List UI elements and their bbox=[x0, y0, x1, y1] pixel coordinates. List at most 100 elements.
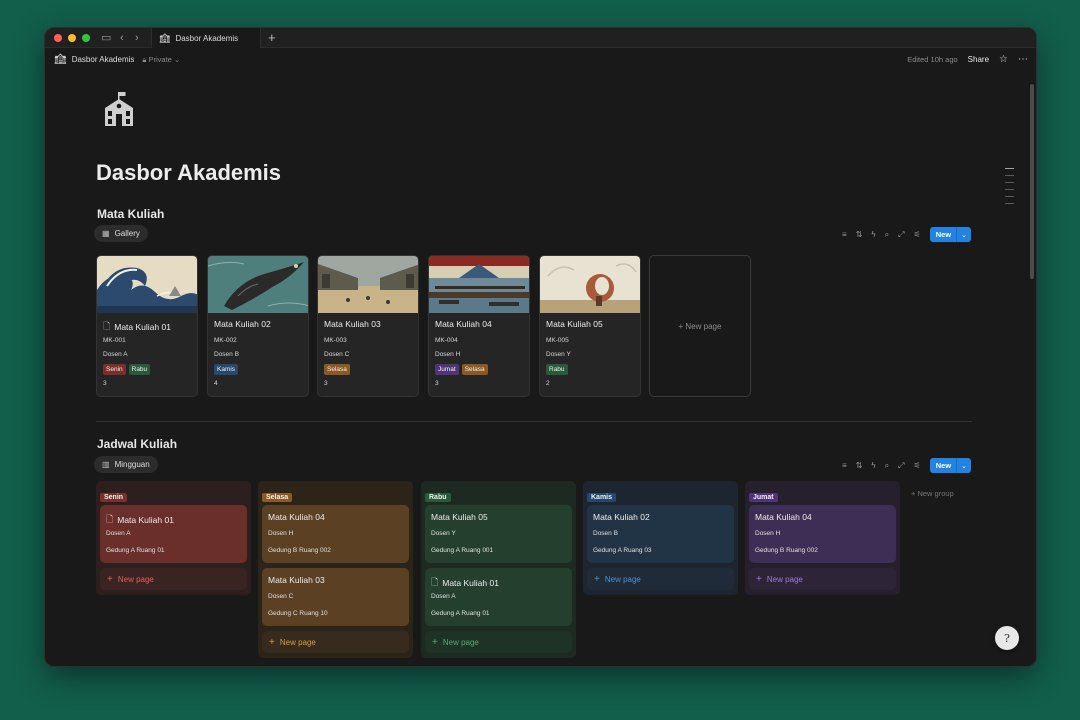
table-of-contents[interactable] bbox=[1005, 168, 1014, 204]
day-tag: Rabu bbox=[128, 364, 151, 375]
settings-icon[interactable]: ⚟ bbox=[914, 230, 921, 239]
toc-line[interactable] bbox=[1005, 168, 1014, 169]
more-options-icon[interactable]: ⋯ bbox=[1018, 54, 1028, 65]
share-button[interactable]: Share bbox=[968, 55, 989, 64]
expand-icon[interactable]: ⤢ bbox=[898, 230, 904, 240]
card-dosen: Dosen H bbox=[268, 530, 294, 537]
search-icon[interactable]: ⌕ bbox=[885, 461, 889, 471]
card-title: Mata Kuliah 04 bbox=[268, 512, 325, 522]
card-title: Mata Kuliah 04 bbox=[755, 512, 812, 522]
new-page-button[interactable]: + New page bbox=[425, 631, 572, 653]
gallery-card[interactable]: Mata Kuliah 02 MK-002 Dosen B Kamis 4 bbox=[207, 255, 309, 397]
board-column-rabu: Rabu Mata Kuliah 05 Dosen Y Gedung A Rua… bbox=[421, 481, 576, 658]
sidebar-toggle-icon[interactable]: ▭ bbox=[101, 30, 111, 46]
toc-line[interactable] bbox=[1005, 182, 1014, 183]
new-button[interactable]: New ⌄ bbox=[929, 458, 971, 473]
card-sks: 3 bbox=[324, 380, 328, 387]
board-card[interactable]: 🗋︎ Mata Kuliah 01 Dosen A Gedung A Ruang … bbox=[425, 568, 572, 626]
board-card[interactable]: Mata Kuliah 04 Dosen H Gedung B Ruang 00… bbox=[262, 505, 409, 563]
board-card[interactable]: Mata Kuliah 05 Dosen Y Gedung A Ruang 00… bbox=[425, 505, 572, 563]
card-room: Gedung A Ruang 001 bbox=[431, 547, 494, 554]
card-code: MK-002 bbox=[214, 337, 237, 344]
sort-icon[interactable]: ⇅ bbox=[856, 230, 863, 239]
card-title: Mata Kuliah 01 bbox=[114, 322, 171, 332]
minimize-window-button[interactable] bbox=[68, 34, 76, 42]
gallery-card[interactable]: Mata Kuliah 05 MK-005 Dosen Y Rabu 2 bbox=[539, 255, 641, 397]
top-bar: 🏫︎ Dasbor Akademis 🔒︎ Private ⌄ Edited 1… bbox=[45, 49, 1036, 71]
card-dosen: Dosen A bbox=[431, 593, 456, 600]
sort-icon[interactable]: ⇅ bbox=[856, 461, 863, 470]
gallery-card[interactable]: Mata Kuliah 04 MK-004 Dosen H Jumat Selas… bbox=[428, 255, 530, 397]
new-page-button[interactable]: + New page bbox=[262, 631, 409, 653]
board-toolbar: ≡ ⇅ ϟ ⌕ ⤢ ⚟ New ⌄ bbox=[842, 458, 971, 473]
school-icon[interactable] bbox=[101, 90, 137, 130]
gallery-card[interactable]: Mata Kuliah 03 MK-003 Dosen C Selasa 3 bbox=[317, 255, 419, 397]
card-cover-image bbox=[540, 256, 640, 313]
board-column-selasa: Selasa Mata Kuliah 04 Dosen H Gedung B R… bbox=[258, 481, 413, 658]
column-label[interactable]: Senin bbox=[100, 493, 128, 502]
chevron-down-icon[interactable]: ⌄ bbox=[957, 462, 971, 470]
filter-icon[interactable]: ≡ bbox=[842, 230, 847, 239]
back-icon[interactable]: ‹ bbox=[120, 30, 124, 46]
new-button[interactable]: New ⌄ bbox=[929, 227, 971, 242]
new-page-button[interactable]: + New page bbox=[587, 568, 734, 590]
gallery-new-page-card[interactable]: + New page bbox=[649, 255, 751, 397]
automation-icon[interactable]: ϟ bbox=[871, 461, 875, 470]
scrollbar[interactable] bbox=[1030, 84, 1034, 284]
card-title: Mata Kuliah 05 bbox=[431, 512, 488, 522]
card-code: MK-005 bbox=[546, 337, 569, 344]
new-page-label: New page bbox=[117, 574, 154, 584]
new-group-button[interactable]: + New group bbox=[911, 489, 954, 498]
toc-line[interactable] bbox=[1005, 175, 1014, 176]
tab-dasbor-akademis[interactable]: 🏫︎ Dasbor Akademis bbox=[151, 28, 261, 48]
new-tab-icon[interactable]: + bbox=[268, 29, 276, 47]
card-room: Gedung B Ruang 002 bbox=[268, 547, 331, 554]
card-title: Mata Kuliah 02 bbox=[214, 319, 271, 329]
forward-icon[interactable]: › bbox=[135, 30, 139, 46]
card-sks: 3 bbox=[103, 380, 107, 387]
filter-icon[interactable]: ≡ bbox=[842, 461, 847, 470]
card-room: Gedung A Ruang 01 bbox=[106, 547, 165, 554]
page-title[interactable]: Dasbor Akademis bbox=[96, 160, 281, 186]
gallery-view-tab[interactable]: ▦ Gallery bbox=[94, 225, 148, 242]
column-label[interactable]: Kamis bbox=[587, 493, 617, 502]
card-title: Mata Kuliah 05 bbox=[546, 319, 603, 329]
board-card[interactable]: Mata Kuliah 04 Dosen H Gedung B Ruang 00… bbox=[749, 505, 896, 563]
favorite-star-icon[interactable]: ☆ bbox=[999, 54, 1008, 65]
card-title: Mata Kuliah 04 bbox=[435, 319, 492, 329]
divider bbox=[96, 421, 972, 422]
zoom-window-button[interactable] bbox=[82, 34, 90, 42]
gallery-title[interactable]: Mata Kuliah bbox=[97, 207, 164, 221]
card-cover-image bbox=[208, 256, 308, 313]
chevron-down-icon[interactable]: ⌄ bbox=[957, 231, 971, 239]
card-dosen: Dosen B bbox=[593, 530, 618, 537]
toc-line[interactable] bbox=[1005, 203, 1014, 204]
toc-line[interactable] bbox=[1005, 189, 1014, 190]
expand-icon[interactable]: ⤢ bbox=[898, 461, 904, 471]
column-label[interactable]: Selasa bbox=[262, 493, 293, 502]
toc-line[interactable] bbox=[1005, 196, 1014, 197]
breadcrumb-title[interactable]: Dasbor Akademis bbox=[72, 55, 135, 64]
board-card[interactable]: Mata Kuliah 03 Dosen C Gedung C Ruang 10 bbox=[262, 568, 409, 626]
search-icon[interactable]: ⌕ bbox=[885, 230, 889, 240]
board-card[interactable]: Mata Kuliah 02 Dosen B Gedung A Ruang 03 bbox=[587, 505, 734, 563]
board-title[interactable]: Jadwal Kuliah bbox=[97, 437, 177, 451]
card-dosen: Dosen A bbox=[103, 351, 128, 358]
close-window-button[interactable] bbox=[54, 34, 62, 42]
automation-icon[interactable]: ϟ bbox=[871, 230, 875, 239]
column-label[interactable]: Jumat bbox=[749, 493, 778, 502]
privacy-indicator[interactable]: 🔒︎ Private ⌄ bbox=[142, 55, 180, 65]
new-page-button[interactable]: + New page bbox=[100, 568, 247, 590]
scrollbar-thumb[interactable] bbox=[1030, 84, 1034, 279]
card-title: Mata Kuliah 01 bbox=[442, 578, 499, 588]
settings-icon[interactable]: ⚟ bbox=[914, 461, 921, 470]
new-page-button[interactable]: + New page bbox=[749, 568, 896, 590]
gallery-card[interactable]: 🗋︎ Mata Kuliah 01 MK-001 Dosen A Senin Rab… bbox=[96, 255, 198, 397]
column-label[interactable]: Rabu bbox=[425, 493, 451, 502]
board-card[interactable]: 🗋︎ Mata Kuliah 01 Dosen A Gedung A Ruang … bbox=[100, 505, 247, 563]
help-button[interactable]: ? bbox=[995, 626, 1019, 650]
board-view-tab[interactable]: ▥ Mingguan bbox=[94, 456, 158, 473]
day-tag: Rabu bbox=[546, 364, 568, 375]
card-room: Gedung C Ruang 10 bbox=[268, 610, 328, 617]
card-code: MK-001 bbox=[103, 337, 126, 344]
